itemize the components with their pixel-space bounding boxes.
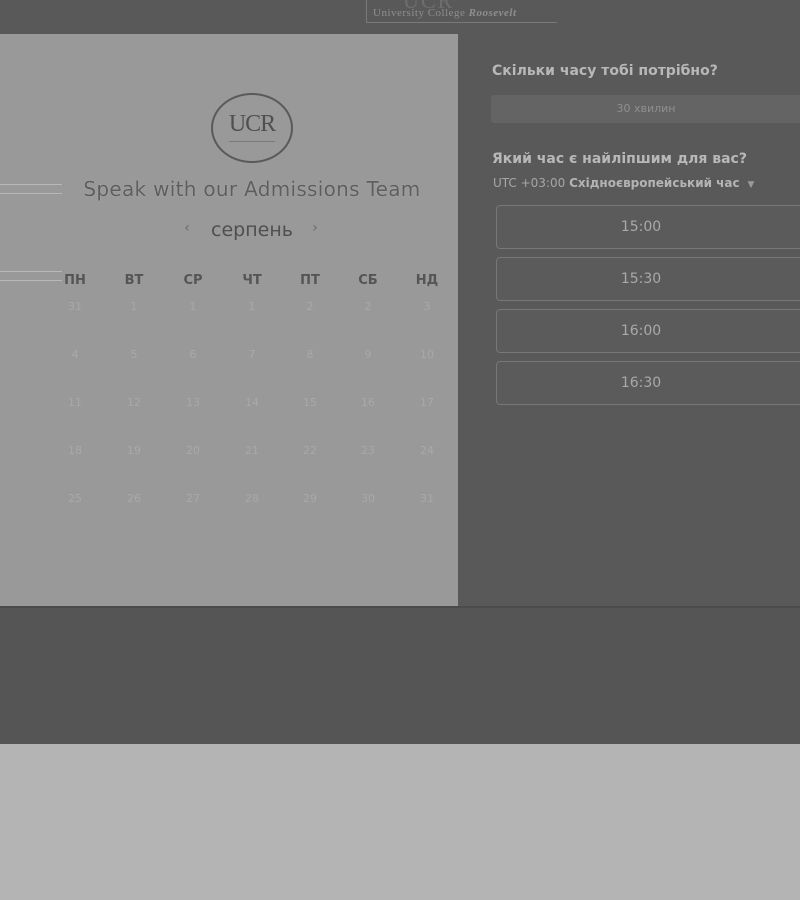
chevron-left-icon[interactable]: ‹ [180, 220, 194, 236]
timezone-offset: UTC +03:00 [493, 176, 566, 190]
calendar-day[interactable]: 28 [223, 492, 281, 505]
calendar-day[interactable]: 5 [105, 348, 163, 361]
time-slot-button[interactable]: 15:30 [496, 257, 800, 301]
emblem-text: UCR [228, 111, 276, 137]
weekday-tue: ВТ [124, 273, 144, 288]
calendar-day[interactable]: 11 [46, 396, 104, 409]
calendar-day[interactable]: 12 [105, 396, 163, 409]
footer-band [0, 608, 800, 744]
weekday-mon: ПН [64, 273, 86, 288]
header-logo-text: University College Roosevelt [373, 7, 517, 19]
event-title: Speak with our Admissions Team [83, 177, 421, 201]
weekday-header: ПН ВТ СР ЧТ ПТ СБ НД [46, 273, 456, 289]
time-slot-button[interactable]: 15:00 [496, 205, 800, 249]
calendar-day[interactable]: 18 [46, 444, 104, 457]
ucr-emblem-logo: UCR [211, 93, 293, 163]
weekday-wed: СР [183, 273, 203, 288]
header-logo-text-main: University College [373, 7, 466, 19]
weekday-sat: СБ [358, 273, 378, 288]
calendar-day[interactable]: 21 [223, 444, 281, 457]
calendar-day[interactable]: 15 [281, 396, 339, 409]
calendar-day[interactable]: 3 [398, 300, 456, 313]
calendar-day[interactable]: 10 [398, 348, 456, 361]
weekday-fri: ПТ [300, 273, 320, 288]
calendar-day[interactable]: 7 [223, 348, 281, 361]
weekday-sun: НД [415, 273, 439, 288]
calendar-day[interactable]: 24 [398, 444, 456, 457]
calendar-day[interactable]: 2 [281, 300, 339, 313]
calendar-day[interactable]: 29 [281, 492, 339, 505]
calendar-day[interactable]: 6 [164, 348, 222, 361]
header-logo[interactable]: UCR University College Roosevelt [366, 0, 557, 23]
calendar-day[interactable]: 8 [281, 348, 339, 361]
top-header: UCR University College Roosevelt [0, 0, 800, 34]
time-slot-button[interactable]: 16:30 [496, 361, 800, 405]
calendar-day[interactable]: 1 [105, 300, 163, 313]
chevron-right-icon[interactable]: › [308, 220, 322, 236]
calendar-day[interactable]: 1 [164, 300, 222, 313]
calendar-day[interactable]: 16 [339, 396, 397, 409]
calendar-day[interactable]: 22 [281, 444, 339, 457]
month-navigation: ‹ серпень › [180, 219, 330, 244]
emblem-divider [229, 141, 275, 142]
calendar-day[interactable]: 31 [398, 492, 456, 505]
time-question: Який час є найліпшим для вас? [492, 151, 747, 167]
timezone-name: Східноєвропейський час [569, 176, 740, 190]
month-label: серпень [211, 219, 293, 241]
calendar-day[interactable]: 1 [223, 300, 281, 313]
calendar-day[interactable]: 9 [339, 348, 397, 361]
caret-down-icon: ▼ [747, 180, 755, 190]
duration-option-button[interactable]: 30 хвилин [491, 95, 800, 123]
calendar-day[interactable]: 30 [339, 492, 397, 505]
calendar-day[interactable]: 4 [46, 348, 104, 361]
calendar-day[interactable]: 25 [46, 492, 104, 505]
calendar-day[interactable]: 31 [46, 300, 104, 313]
calendar-day[interactable]: 14 [223, 396, 281, 409]
calendar-panel: UCR Speak with our Admissions Team ‹ сер… [0, 34, 458, 606]
duration-question: Скільки часу тобі потрібно? [492, 63, 718, 79]
calendar-day[interactable]: 13 [164, 396, 222, 409]
calendar-day[interactable]: 26 [105, 492, 163, 505]
calendar-day[interactable]: 17 [398, 396, 456, 409]
timezone-selector[interactable]: UTC +03:00 Східноєвропейський час ▼ [493, 176, 754, 190]
booking-panel: Скільки часу тобі потрібно? 30 хвилин Як… [458, 34, 800, 606]
calendar-day[interactable]: 2 [339, 300, 397, 313]
header-logo-text-italic: Roosevelt [468, 7, 517, 19]
calendar-day[interactable]: 23 [339, 444, 397, 457]
weekday-thu: ЧТ [242, 273, 262, 288]
time-slot-button[interactable]: 16:00 [496, 309, 800, 353]
calendar-day[interactable]: 27 [164, 492, 222, 505]
calendar-day[interactable]: 20 [164, 444, 222, 457]
calendar-day[interactable]: 19 [105, 444, 163, 457]
